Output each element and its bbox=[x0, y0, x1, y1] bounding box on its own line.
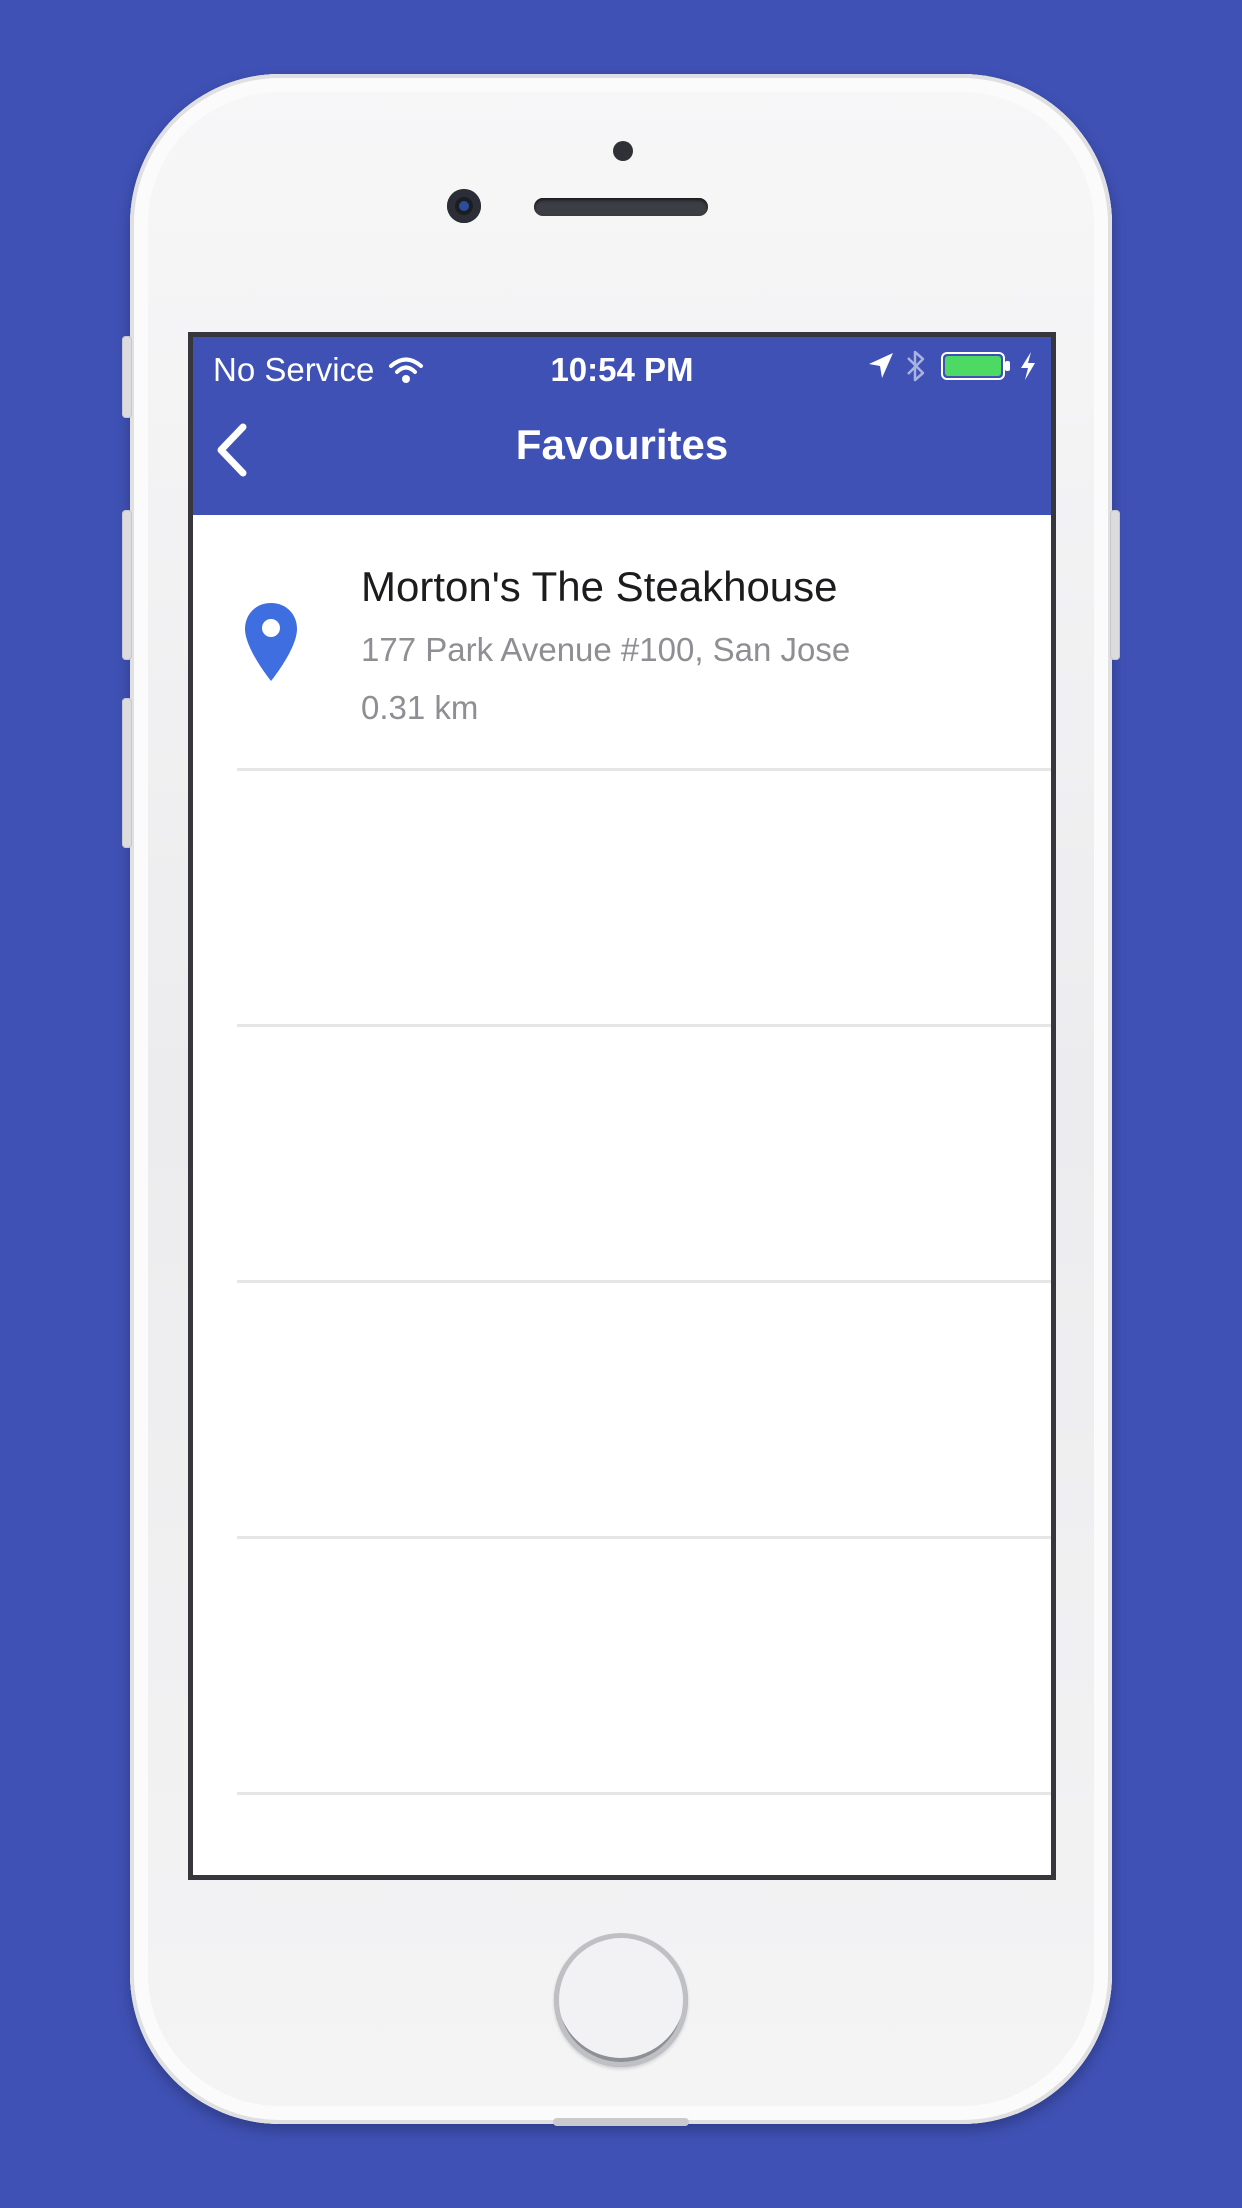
power-button bbox=[1110, 510, 1120, 660]
volume-up-button bbox=[122, 510, 132, 660]
favourite-address: 177 Park Avenue #100, San Jose bbox=[361, 631, 851, 668]
empty-row bbox=[193, 1027, 1051, 1283]
app-screen: No Service 10:54 PM Favourites Morton's … bbox=[188, 332, 1056, 1880]
home-button[interactable] bbox=[554, 1933, 688, 2067]
row-divider bbox=[237, 1792, 1051, 1795]
favourites-list: Morton's The Steakhouse 177 Park Avenue … bbox=[193, 515, 1051, 1795]
navigation-bar: Favourites bbox=[193, 397, 1051, 515]
location-arrow-icon bbox=[867, 351, 895, 381]
volume-down-button bbox=[122, 698, 132, 848]
favourite-distance: 0.31 km bbox=[361, 689, 479, 726]
page-title: Favourites bbox=[515, 421, 729, 468]
status-bar: No Service 10:54 PM bbox=[193, 337, 1051, 397]
battery-icon bbox=[941, 351, 1011, 381]
location-pin-icon bbox=[243, 601, 299, 688]
front-camera bbox=[447, 189, 481, 223]
favourite-item[interactable]: Morton's The Steakhouse 177 Park Avenue … bbox=[193, 515, 1051, 771]
empty-row bbox=[193, 1539, 1051, 1795]
empty-row bbox=[193, 771, 1051, 1027]
earpiece-speaker bbox=[534, 198, 708, 216]
proximity-sensor bbox=[613, 141, 633, 161]
bluetooth-icon bbox=[905, 349, 927, 383]
empty-row bbox=[193, 1283, 1051, 1539]
favourite-name: Morton's The Steakhouse bbox=[361, 563, 838, 610]
status-right bbox=[867, 349, 1037, 383]
silent-switch bbox=[122, 336, 132, 418]
bottom-edge bbox=[553, 2118, 689, 2126]
charging-bolt-icon bbox=[1019, 351, 1037, 381]
